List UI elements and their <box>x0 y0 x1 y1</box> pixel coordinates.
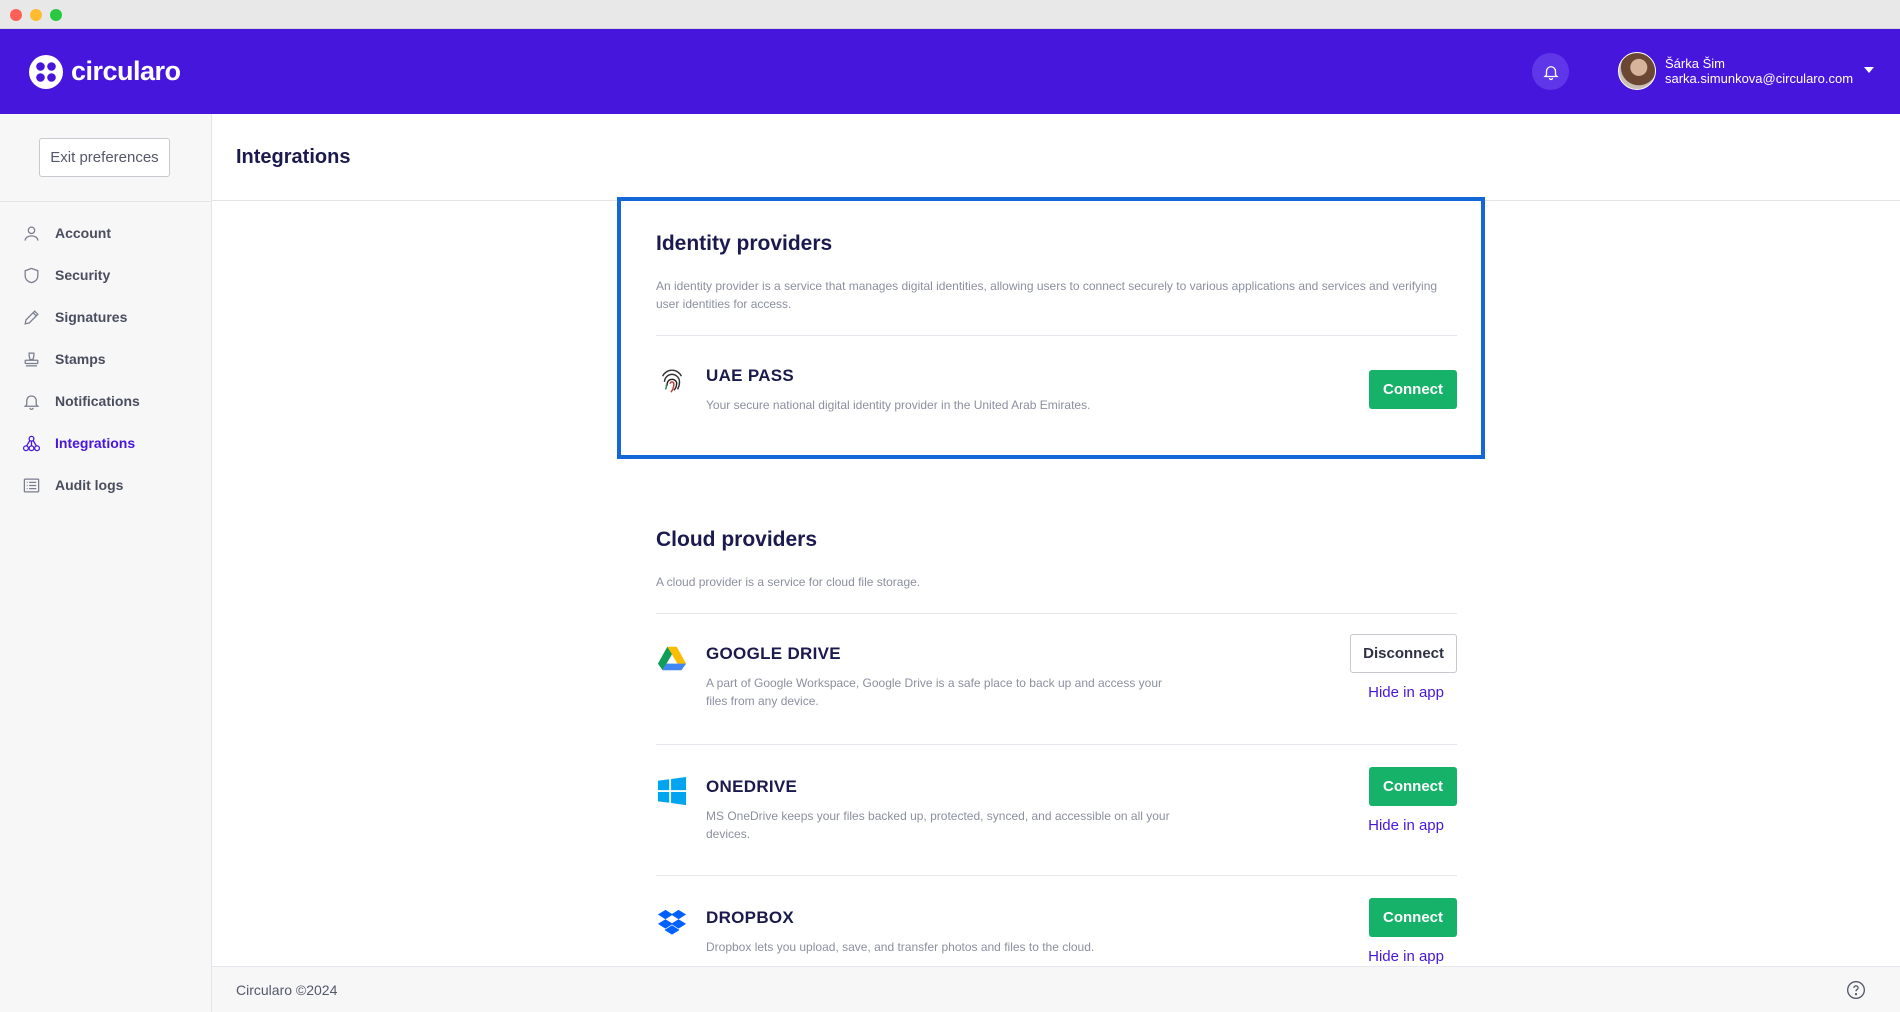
shield-icon <box>22 266 41 285</box>
section-description: An identity provider is a service that m… <box>656 279 1438 311</box>
sidebar-item-notifications[interactable]: Notifications <box>0 380 212 422</box>
windows-icon <box>656 775 687 806</box>
provider-name: DROPBOX <box>706 908 795 927</box>
footer: Circularo ©2024 <box>212 966 1900 1012</box>
provider-name: UAE PASS <box>706 366 795 385</box>
integrations-icon <box>22 434 41 453</box>
divider <box>656 875 1457 876</box>
sidebar-item-label: Stamps <box>55 351 106 367</box>
provider-description: A part of Google Workspace, Google Drive… <box>706 676 1163 708</box>
list-icon <box>22 476 41 495</box>
divider <box>656 613 1457 614</box>
exit-preferences-button[interactable]: Exit preferences <box>39 138 170 177</box>
section-title: Cloud providers <box>656 528 818 551</box>
google-drive-icon <box>656 642 687 673</box>
user-name: Šárka Šim <box>1665 56 1725 71</box>
divider <box>656 744 1457 745</box>
avatar <box>1618 52 1656 90</box>
dropbox-hide-link[interactable]: Hide in app <box>1368 948 1444 965</box>
cloud-providers-section: Cloud providers A cloud provider is a se… <box>656 528 1457 966</box>
pen-icon <box>22 308 41 327</box>
provider-dropbox: DROPBOX Dropbox lets you upload, save, a… <box>656 898 1457 966</box>
window-maximize-button[interactable] <box>50 9 62 21</box>
provider-name: GOOGLE DRIVE <box>706 644 841 663</box>
notifications-button[interactable] <box>1532 53 1569 90</box>
sidebar-item-label: Integrations <box>55 435 136 451</box>
google-drive-hide-link[interactable]: Hide in app <box>1368 684 1444 701</box>
provider-name: ONEDRIVE <box>706 777 798 796</box>
brand-name: circularo <box>71 56 181 86</box>
sidebar-item-label: Security <box>55 267 111 283</box>
app-header: circularo Šárka Šim sarka.simunkova@circ… <box>0 29 1900 114</box>
sidebar-item-signatures[interactable]: Signatures <box>0 296 212 338</box>
window-close-button[interactable] <box>10 9 22 21</box>
sidebar-item-label: Notifications <box>55 393 140 409</box>
window-titlebar <box>0 0 1900 29</box>
chevron-down-icon[interactable] <box>1864 67 1874 73</box>
user-menu[interactable]: Šárka Šim sarka.simunkova@circularo.com <box>1618 51 1874 91</box>
section-title: Identity providers <box>656 232 833 255</box>
sidebar-item-account[interactable]: Account <box>0 212 212 254</box>
provider-description: Your secure national digital identity pr… <box>706 398 1091 412</box>
page-title: Integrations <box>236 146 351 168</box>
sidebar-divider <box>0 201 212 202</box>
provider-description: MS OneDrive keeps your files backed up, … <box>706 809 1170 841</box>
user-icon <box>22 224 41 243</box>
sidebar: Exit preferences Account Security Signat… <box>0 114 212 1012</box>
stamp-icon <box>22 350 41 369</box>
bell-icon <box>1542 65 1559 80</box>
main-content: Identity providers An identity provider … <box>212 202 1900 966</box>
sidebar-item-label: Signatures <box>55 309 128 325</box>
help-icon[interactable] <box>1846 980 1866 1000</box>
circularo-logo-icon <box>29 54 63 89</box>
provider-google-drive: GOOGLE DRIVE A part of Google Workspace,… <box>656 634 1457 744</box>
sidebar-item-security[interactable]: Security <box>0 254 212 296</box>
section-description: A cloud provider is a service for cloud … <box>656 575 921 589</box>
divider <box>656 335 1457 336</box>
onedrive-hide-link[interactable]: Hide in app <box>1368 817 1444 834</box>
provider-description: Dropbox lets you upload, save, and trans… <box>706 940 1095 954</box>
dropbox-connect-button[interactable]: Connect <box>1369 898 1457 937</box>
sidebar-item-label: Account <box>55 225 111 241</box>
identity-providers-section: Identity providers An identity provider … <box>656 232 1457 444</box>
sidebar-item-stamps[interactable]: Stamps <box>0 338 212 380</box>
google-drive-disconnect-button[interactable]: Disconnect <box>1350 634 1457 673</box>
uae-pass-connect-button[interactable]: Connect <box>1369 370 1457 409</box>
copyright: Circularo ©2024 <box>236 982 338 998</box>
sidebar-item-audit-logs[interactable]: Audit logs <box>0 464 212 506</box>
page-header: Integrations <box>212 114 1900 201</box>
sidebar-nav: Account Security Signatures Stamps Notif… <box>0 212 212 506</box>
bell-icon <box>22 392 41 411</box>
onedrive-connect-button[interactable]: Connect <box>1369 767 1457 806</box>
user-email: sarka.simunkova@circularo.com <box>1665 71 1854 86</box>
logo[interactable]: circularo <box>29 53 181 90</box>
sidebar-item-integrations[interactable]: Integrations <box>0 422 212 464</box>
provider-onedrive: ONEDRIVE MS OneDrive keeps your files ba… <box>656 767 1457 875</box>
provider-uae-pass: UAE PASS Your secure national digital id… <box>656 364 1457 444</box>
sidebar-item-label: Audit logs <box>55 477 124 493</box>
window-minimize-button[interactable] <box>30 9 42 21</box>
fingerprint-icon <box>656 364 687 395</box>
dropbox-icon <box>656 906 687 937</box>
user-info: Šárka Šim sarka.simunkova@circularo.com <box>1665 56 1853 86</box>
